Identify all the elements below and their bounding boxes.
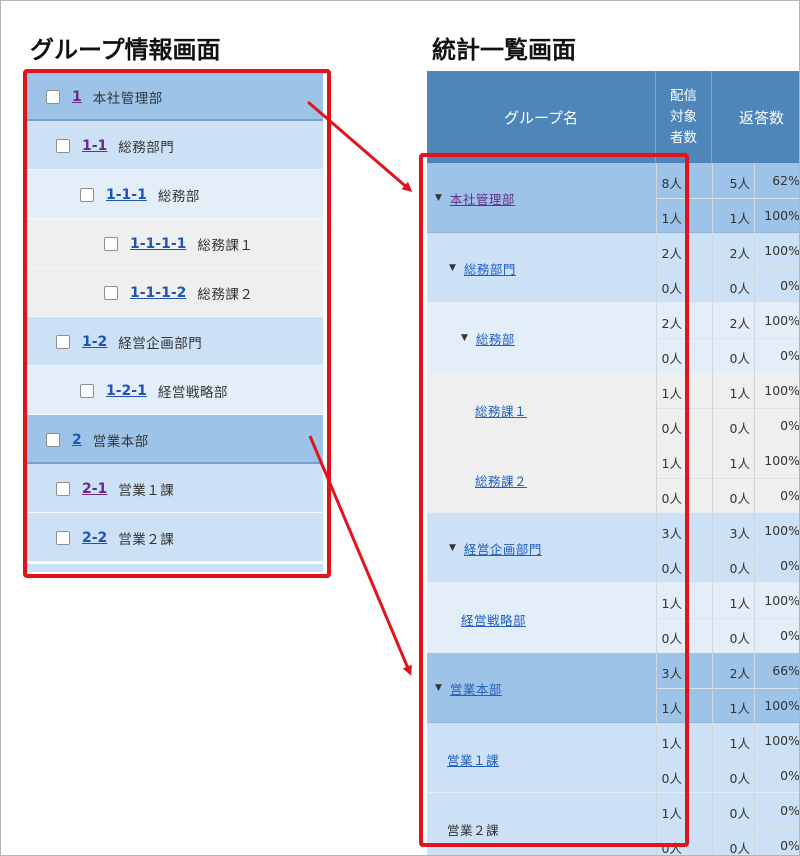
- connector-arrows: [307, 100, 413, 676]
- red-arrow-icon: [307, 100, 413, 192]
- red-arrow-icon: [308, 435, 412, 676]
